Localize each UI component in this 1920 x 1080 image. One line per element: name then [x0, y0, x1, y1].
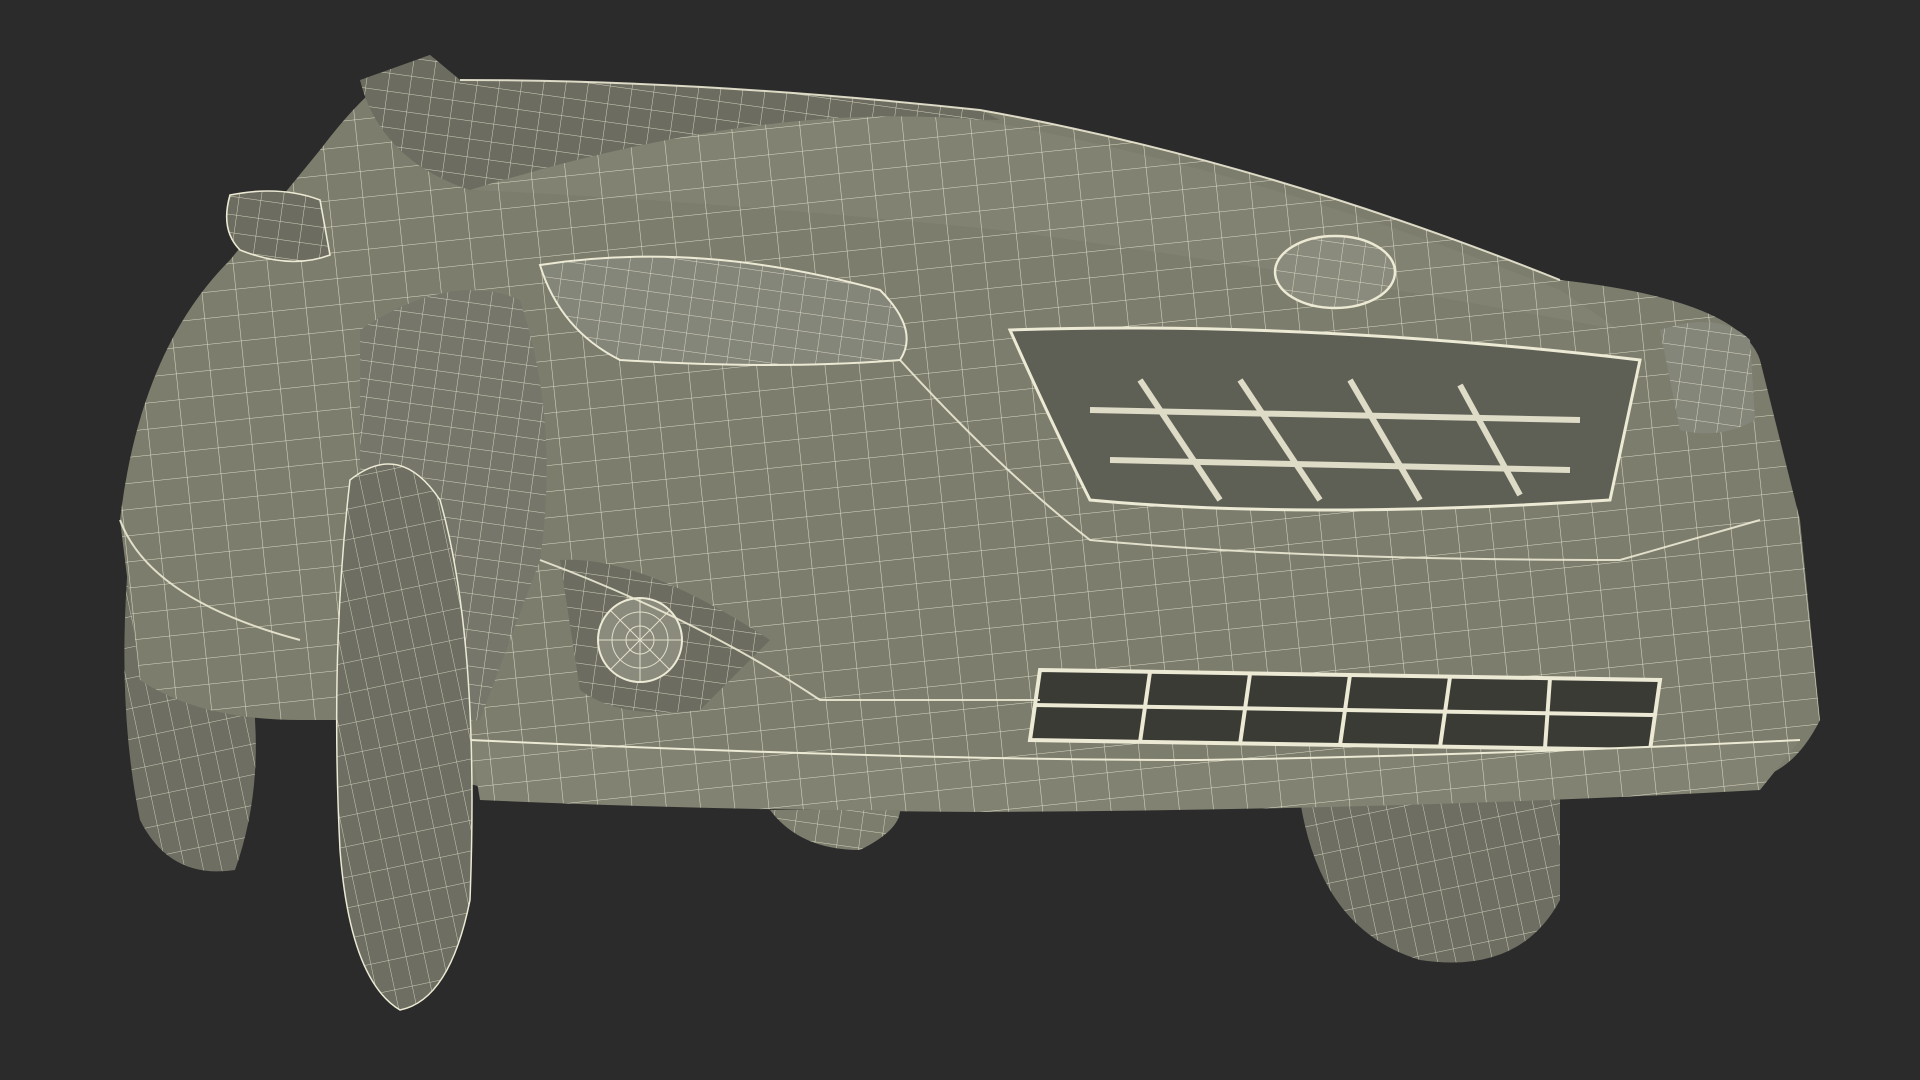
- render-viewport: [0, 0, 1920, 1080]
- subaru-emblem-icon: [1273, 234, 1397, 310]
- tow-hook-cover: [770, 810, 900, 850]
- lower-air-intake: [1027, 667, 1663, 753]
- front-grille: [1007, 326, 1642, 512]
- side-mirror: [225, 190, 331, 263]
- car-wireframe-render: [119, 55, 1820, 1011]
- front-left-tire: [335, 463, 473, 1011]
- rear-right-tire: [1300, 790, 1560, 963]
